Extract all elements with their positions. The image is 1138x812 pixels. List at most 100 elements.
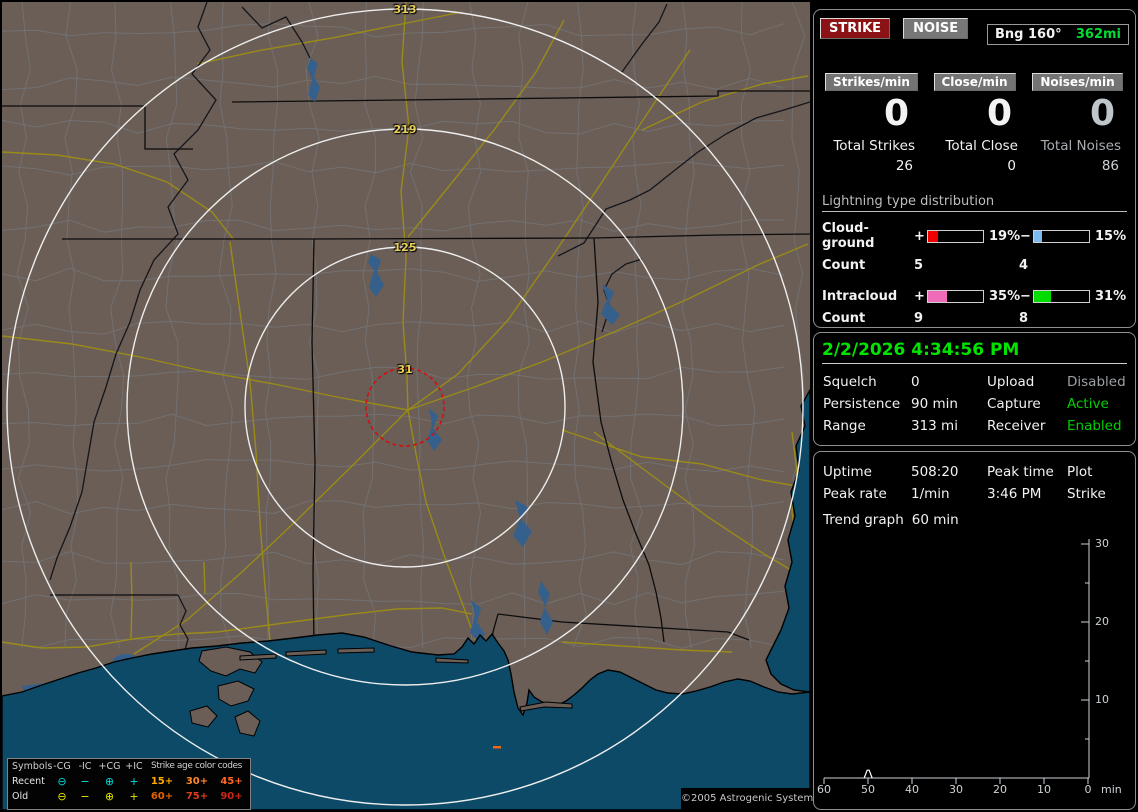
minus-sign: − [1020, 228, 1031, 244]
persistence-value: 90 min [911, 396, 958, 412]
cloud-ground-row: Cloud-ground + 19% − 15% [822, 221, 1135, 251]
trend-axes [823, 539, 1090, 784]
strikes-per-min-counter: Strikes/min 0 Total Strikes 26 [820, 71, 923, 174]
total-noises-value: 86 [1101, 158, 1119, 174]
ytick-20: 20 [1095, 615, 1109, 628]
ytick-10: 10 [1095, 693, 1109, 706]
recent-pos-ic-icon: + [129, 775, 139, 788]
legend-row-old: Old [12, 791, 29, 802]
noises-per-min-counter: Noises/min 0 Total Noises 86 [1026, 71, 1129, 174]
cg-negative-count: 4 [1019, 258, 1029, 273]
copyright-notice: ©2005 Astrogenic Systems [681, 788, 818, 810]
legend-row-recent: Recent [12, 776, 45, 787]
plus-sign: + [914, 228, 925, 244]
ic-negative-pct: 31% [1095, 289, 1127, 304]
legend-col-pos-cg: +CG [98, 761, 121, 772]
cg-positive-count: 5 [914, 258, 924, 273]
intracloud-count-row: Count 9 8 [822, 311, 1135, 326]
ring-label-125: 125 [393, 241, 417, 254]
count-label: Count [822, 258, 866, 273]
ring-label-31: 31 [397, 363, 413, 376]
legend-symbols-header: Symbols [12, 761, 53, 772]
x-axis-unit: min [1101, 783, 1122, 796]
status-grid: Squelch 0 Upload Disabled Persistence 90… [823, 374, 1135, 434]
ic-positive-count: 9 [914, 311, 924, 326]
upload-label: Upload [987, 374, 1035, 390]
receiver-status: Enabled [1067, 418, 1122, 434]
nexstorm-window: 313 219 125 31 Symbols -CG -IC +CG +IC S… [0, 0, 1138, 812]
legend-age-title: Strike age color codes [151, 761, 242, 771]
cg-positive-bar [927, 229, 984, 243]
xtick-10: 10 [1037, 783, 1051, 796]
symbols-legend: Symbols -CG -IC +CG +IC Strike age color… [7, 758, 251, 810]
xtick-40: 40 [905, 783, 919, 796]
ytick-30: 30 [1095, 537, 1109, 550]
noise-tab-button[interactable]: NOISE [903, 18, 969, 39]
close-per-min-label: Close/min [933, 73, 1016, 91]
age-60: 60+ [150, 791, 174, 802]
legend-col-pos-ic: +IC [125, 761, 143, 772]
age-90: 90+ [220, 791, 243, 802]
xtick-20: 20 [993, 783, 1007, 796]
close-per-min-value: 0 [986, 93, 1012, 134]
xtick-0: 0 [1084, 783, 1092, 796]
minus-sign: − [1020, 289, 1031, 304]
bearing-distance: 362mi [1075, 27, 1121, 42]
cg-negative-pct: 15% [1095, 228, 1127, 244]
status-panel: 2/2/2026 4:34:56 PM Squelch 0 Upload Dis… [813, 332, 1136, 446]
noises-per-min-label: Noises/min [1032, 73, 1123, 91]
squelch-value: 0 [911, 374, 920, 390]
xtick-30: 30 [949, 783, 963, 796]
strike-symbol-old-negative-ic [493, 746, 501, 749]
ic-positive-bar [927, 290, 984, 303]
xtick-50: 50 [861, 783, 875, 796]
legend-col-neg-ic: -IC [78, 761, 92, 772]
ic-negative-count: 8 [1019, 311, 1029, 326]
recent-neg-ic-icon: − [80, 775, 90, 788]
lightning-map[interactable]: 313 219 125 31 Symbols -CG -IC +CG +IC S… [2, 2, 818, 810]
close-per-min-counter: Close/min 0 Total Close 0 [923, 71, 1026, 174]
recent-pos-cg-icon: ⊕ [104, 775, 115, 788]
total-noises-label: Total Noises [1040, 138, 1121, 154]
strike-counters-panel: STRIKE NOISE Bng 160° 362mi Strikes/min … [813, 9, 1136, 328]
total-strikes-value: 26 [895, 158, 913, 174]
strikes-per-min-label: Strikes/min [825, 73, 918, 91]
old-pos-cg-icon: ⊕ [104, 790, 115, 803]
age-15: 15+ [150, 776, 174, 787]
upload-status: Disabled [1067, 374, 1126, 390]
strikes-per-min-value: 0 [883, 93, 909, 134]
distribution-title: Lightning type distribution [822, 194, 1127, 212]
age-45: 45+ [220, 776, 243, 787]
capture-status: Active [1067, 396, 1109, 412]
noises-per-min-value: 0 [1089, 93, 1115, 134]
xtick-60: 60 [817, 783, 831, 796]
total-close-label: Total Close [945, 138, 1018, 154]
age-30: 30+ [185, 776, 209, 787]
bearing-readout: Bng 160° 362mi [987, 24, 1129, 45]
ic-positive-pct: 35% [989, 289, 1021, 304]
legend-col-neg-cg: -CG [53, 761, 71, 772]
count-label: Count [822, 311, 866, 326]
ring-label-219: 219 [393, 123, 417, 136]
old-neg-cg-icon: ⊖ [57, 790, 67, 803]
cloud-ground-label: Cloud-ground [822, 221, 875, 251]
capture-label: Capture [987, 396, 1041, 412]
recent-neg-cg-icon: ⊖ [57, 775, 67, 788]
strike-tab-button[interactable]: STRIKE [820, 18, 891, 39]
plus-sign: + [914, 289, 925, 304]
total-strikes-label: Total Strikes [833, 138, 915, 154]
age-75: 75+ [185, 791, 209, 802]
ic-negative-bar [1033, 290, 1090, 303]
current-datetime: 2/2/2026 4:34:56 PM [822, 340, 1127, 364]
cg-negative-bar [1033, 229, 1090, 243]
cloud-ground-count-row: Count 5 4 [822, 258, 1135, 273]
total-close-value: 0 [1007, 158, 1016, 174]
persistence-label: Persistence [823, 396, 901, 412]
range-label: Range [823, 418, 866, 434]
receiver-label: Receiver [987, 418, 1046, 434]
squelch-label: Squelch [823, 374, 877, 390]
intracloud-row: Intracloud + 35% − 31% [822, 289, 1135, 304]
bearing-label: Bng 160° [995, 27, 1062, 42]
cg-positive-pct: 19% [989, 228, 1021, 244]
rate-counters: Strikes/min 0 Total Strikes 26 Close/min… [820, 71, 1129, 174]
